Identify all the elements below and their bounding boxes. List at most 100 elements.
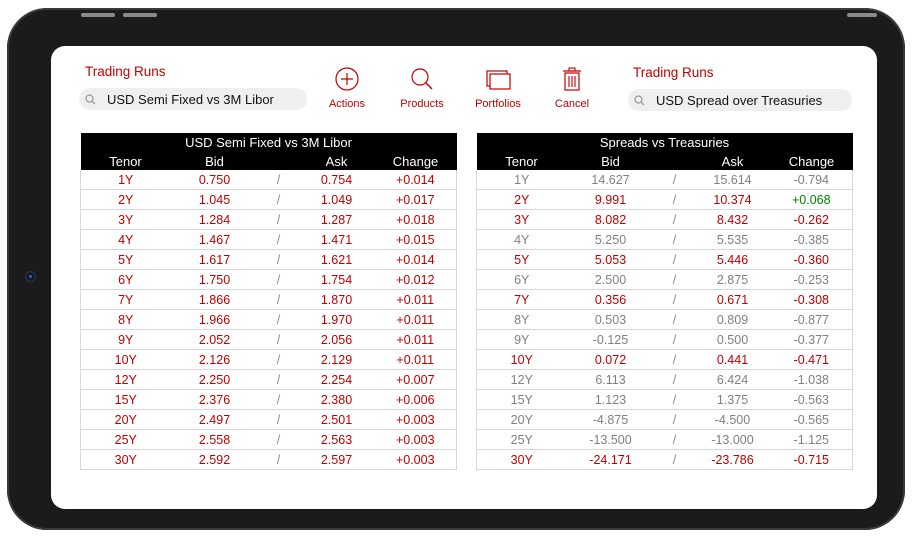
column-header-bid[interactable]: Bid <box>170 152 259 170</box>
table-row[interactable]: 1Y 0.750/0.754 +0.014 <box>80 170 458 190</box>
windows-icon <box>486 70 511 90</box>
ask-cell: 1.287 <box>298 209 375 230</box>
tenor-cell: 7Y <box>80 289 171 310</box>
table-row[interactable]: 9Y -0.125/0.500 -0.377 <box>476 329 854 350</box>
change-cell: -0.253 <box>770 269 854 290</box>
magnifier-icon <box>411 68 433 90</box>
ask-cell: 0.500 <box>694 329 771 350</box>
table-row[interactable]: 10Y 2.126/2.129 +0.011 <box>80 349 458 370</box>
column-header-tenor[interactable]: Tenor <box>80 152 171 170</box>
tenor-cell: 3Y <box>80 209 171 230</box>
table-row[interactable]: 2Y 1.045/1.049 +0.017 <box>80 189 458 210</box>
table-row[interactable]: 8Y 1.966/1.970 +0.011 <box>80 309 458 330</box>
ask-cell: -4.500 <box>694 409 771 430</box>
left-search-input[interactable]: USD Semi Fixed vs 3M Libor <box>79 88 307 110</box>
change-cell: +0.014 <box>374 249 458 270</box>
column-header-tenor[interactable]: Tenor <box>476 152 567 170</box>
right-panel-label: Trading Runs <box>633 65 714 80</box>
bid-cell: -4.875 <box>566 409 655 430</box>
column-header-separator <box>654 152 695 170</box>
tenor-cell: 30Y <box>80 449 171 470</box>
table-row[interactable]: 3Y 8.082/8.432 -0.262 <box>476 209 854 230</box>
bid-cell: 2.558 <box>170 429 259 450</box>
table-row[interactable]: 7Y 0.356/0.671 -0.308 <box>476 289 854 310</box>
change-cell: +0.014 <box>374 170 458 190</box>
table-row[interactable]: 6Y 2.500/2.875 -0.253 <box>476 269 854 290</box>
table-row[interactable]: 25Y 2.558/2.563 +0.003 <box>80 429 458 450</box>
trash-icon <box>563 67 581 91</box>
column-header-ask[interactable]: Ask <box>298 152 375 170</box>
separator-cell: / <box>258 449 299 470</box>
change-cell: +0.011 <box>374 329 458 350</box>
separator-cell: / <box>258 170 299 190</box>
table-row[interactable]: 2Y 9.991/10.374 +0.068 <box>476 189 854 210</box>
actions-button[interactable]: Actions <box>312 66 382 110</box>
ask-cell: 6.424 <box>694 369 771 390</box>
tenor-cell: 12Y <box>80 369 171 390</box>
separator-cell: / <box>258 409 299 430</box>
table-row[interactable]: 3Y 1.284/1.287 +0.018 <box>80 209 458 230</box>
left-search-value: USD Semi Fixed vs 3M Libor <box>107 91 274 107</box>
left-panel-label: Trading Runs <box>85 64 166 79</box>
table-row[interactable]: 4Y 5.250/5.535 -0.385 <box>476 229 854 250</box>
ask-cell: 1.754 <box>298 269 375 290</box>
ask-cell: -13.000 <box>694 429 771 450</box>
table-row[interactable]: 8Y 0.503/0.809 -0.877 <box>476 309 854 330</box>
table-row[interactable]: 7Y 1.866/1.870 +0.011 <box>80 289 458 310</box>
table-row[interactable]: 15Y 1.123/1.375 -0.563 <box>476 389 854 410</box>
table-row[interactable]: 5Y 1.617/1.621 +0.014 <box>80 249 458 270</box>
table-row[interactable]: 9Y 2.052/2.056 +0.011 <box>80 329 458 350</box>
ask-cell: 1.870 <box>298 289 375 310</box>
table-row[interactable]: 1Y 14.627/15.614 -0.794 <box>476 170 854 190</box>
bid-cell: 0.356 <box>566 289 655 310</box>
separator-cell: / <box>258 309 299 330</box>
app-screen: Trading Runs USD Semi Fixed vs 3M Libor … <box>51 46 877 509</box>
camera-icon <box>26 272 35 281</box>
tenor-cell: 1Y <box>476 170 567 190</box>
bid-cell: 1.467 <box>170 229 259 250</box>
change-cell: -0.385 <box>770 229 854 250</box>
plus-circle-icon <box>335 67 359 91</box>
bid-cell: 6.113 <box>566 369 655 390</box>
bid-cell: 2.250 <box>170 369 259 390</box>
right-spreads-table: Spreads vs Treasuries Tenor Bid Ask Chan… <box>476 133 854 470</box>
table-row[interactable]: 6Y 1.750/1.754 +0.012 <box>80 269 458 290</box>
table-row[interactable]: 12Y 6.113/6.424 -1.038 <box>476 369 854 390</box>
column-header-change[interactable]: Change <box>374 152 457 170</box>
cancel-button[interactable]: Cancel <box>537 66 607 110</box>
column-header-ask[interactable]: Ask <box>694 152 771 170</box>
portfolios-button[interactable]: Portfolios <box>463 66 533 110</box>
change-cell: +0.011 <box>374 309 458 330</box>
table-row[interactable]: 20Y -4.875/-4.500 -0.565 <box>476 409 854 430</box>
column-header-change[interactable]: Change <box>770 152 853 170</box>
table-row[interactable]: 10Y 0.072/0.441 -0.471 <box>476 349 854 370</box>
ask-cell: 0.809 <box>694 309 771 330</box>
table-row[interactable]: 25Y -13.500/-13.000 -1.125 <box>476 429 854 450</box>
search-icon <box>628 94 650 106</box>
column-header-bid[interactable]: Bid <box>566 152 655 170</box>
tenor-cell: 6Y <box>476 269 567 290</box>
ask-cell: 8.432 <box>694 209 771 230</box>
right-search-input[interactable]: USD Spread over Treasuries <box>628 89 852 111</box>
table-row[interactable]: 5Y 5.053/5.446 -0.360 <box>476 249 854 270</box>
tenor-cell: 30Y <box>476 449 567 470</box>
table-row[interactable]: 20Y 2.497/2.501 +0.003 <box>80 409 458 430</box>
table-row[interactable]: 15Y 2.376/2.380 +0.006 <box>80 389 458 410</box>
ask-cell: 2.056 <box>298 329 375 350</box>
ask-cell: 5.535 <box>694 229 771 250</box>
change-cell: -0.377 <box>770 329 854 350</box>
separator-cell: / <box>654 189 695 210</box>
table-row[interactable]: 12Y 2.250/2.254 +0.007 <box>80 369 458 390</box>
products-button[interactable]: Products <box>387 66 457 110</box>
separator-cell: / <box>258 209 299 230</box>
change-cell: -0.877 <box>770 309 854 330</box>
bid-cell: 2.126 <box>170 349 259 370</box>
table-row[interactable]: 30Y -24.171/-23.786 -0.715 <box>476 449 854 470</box>
power-button <box>847 13 877 17</box>
ask-cell: 0.671 <box>694 289 771 310</box>
separator-cell: / <box>654 329 695 350</box>
table-row[interactable]: 4Y 1.467/1.471 +0.015 <box>80 229 458 250</box>
table-row[interactable]: 30Y 2.592/2.597 +0.003 <box>80 449 458 470</box>
tenor-cell: 9Y <box>80 329 171 350</box>
change-cell: +0.012 <box>374 269 458 290</box>
